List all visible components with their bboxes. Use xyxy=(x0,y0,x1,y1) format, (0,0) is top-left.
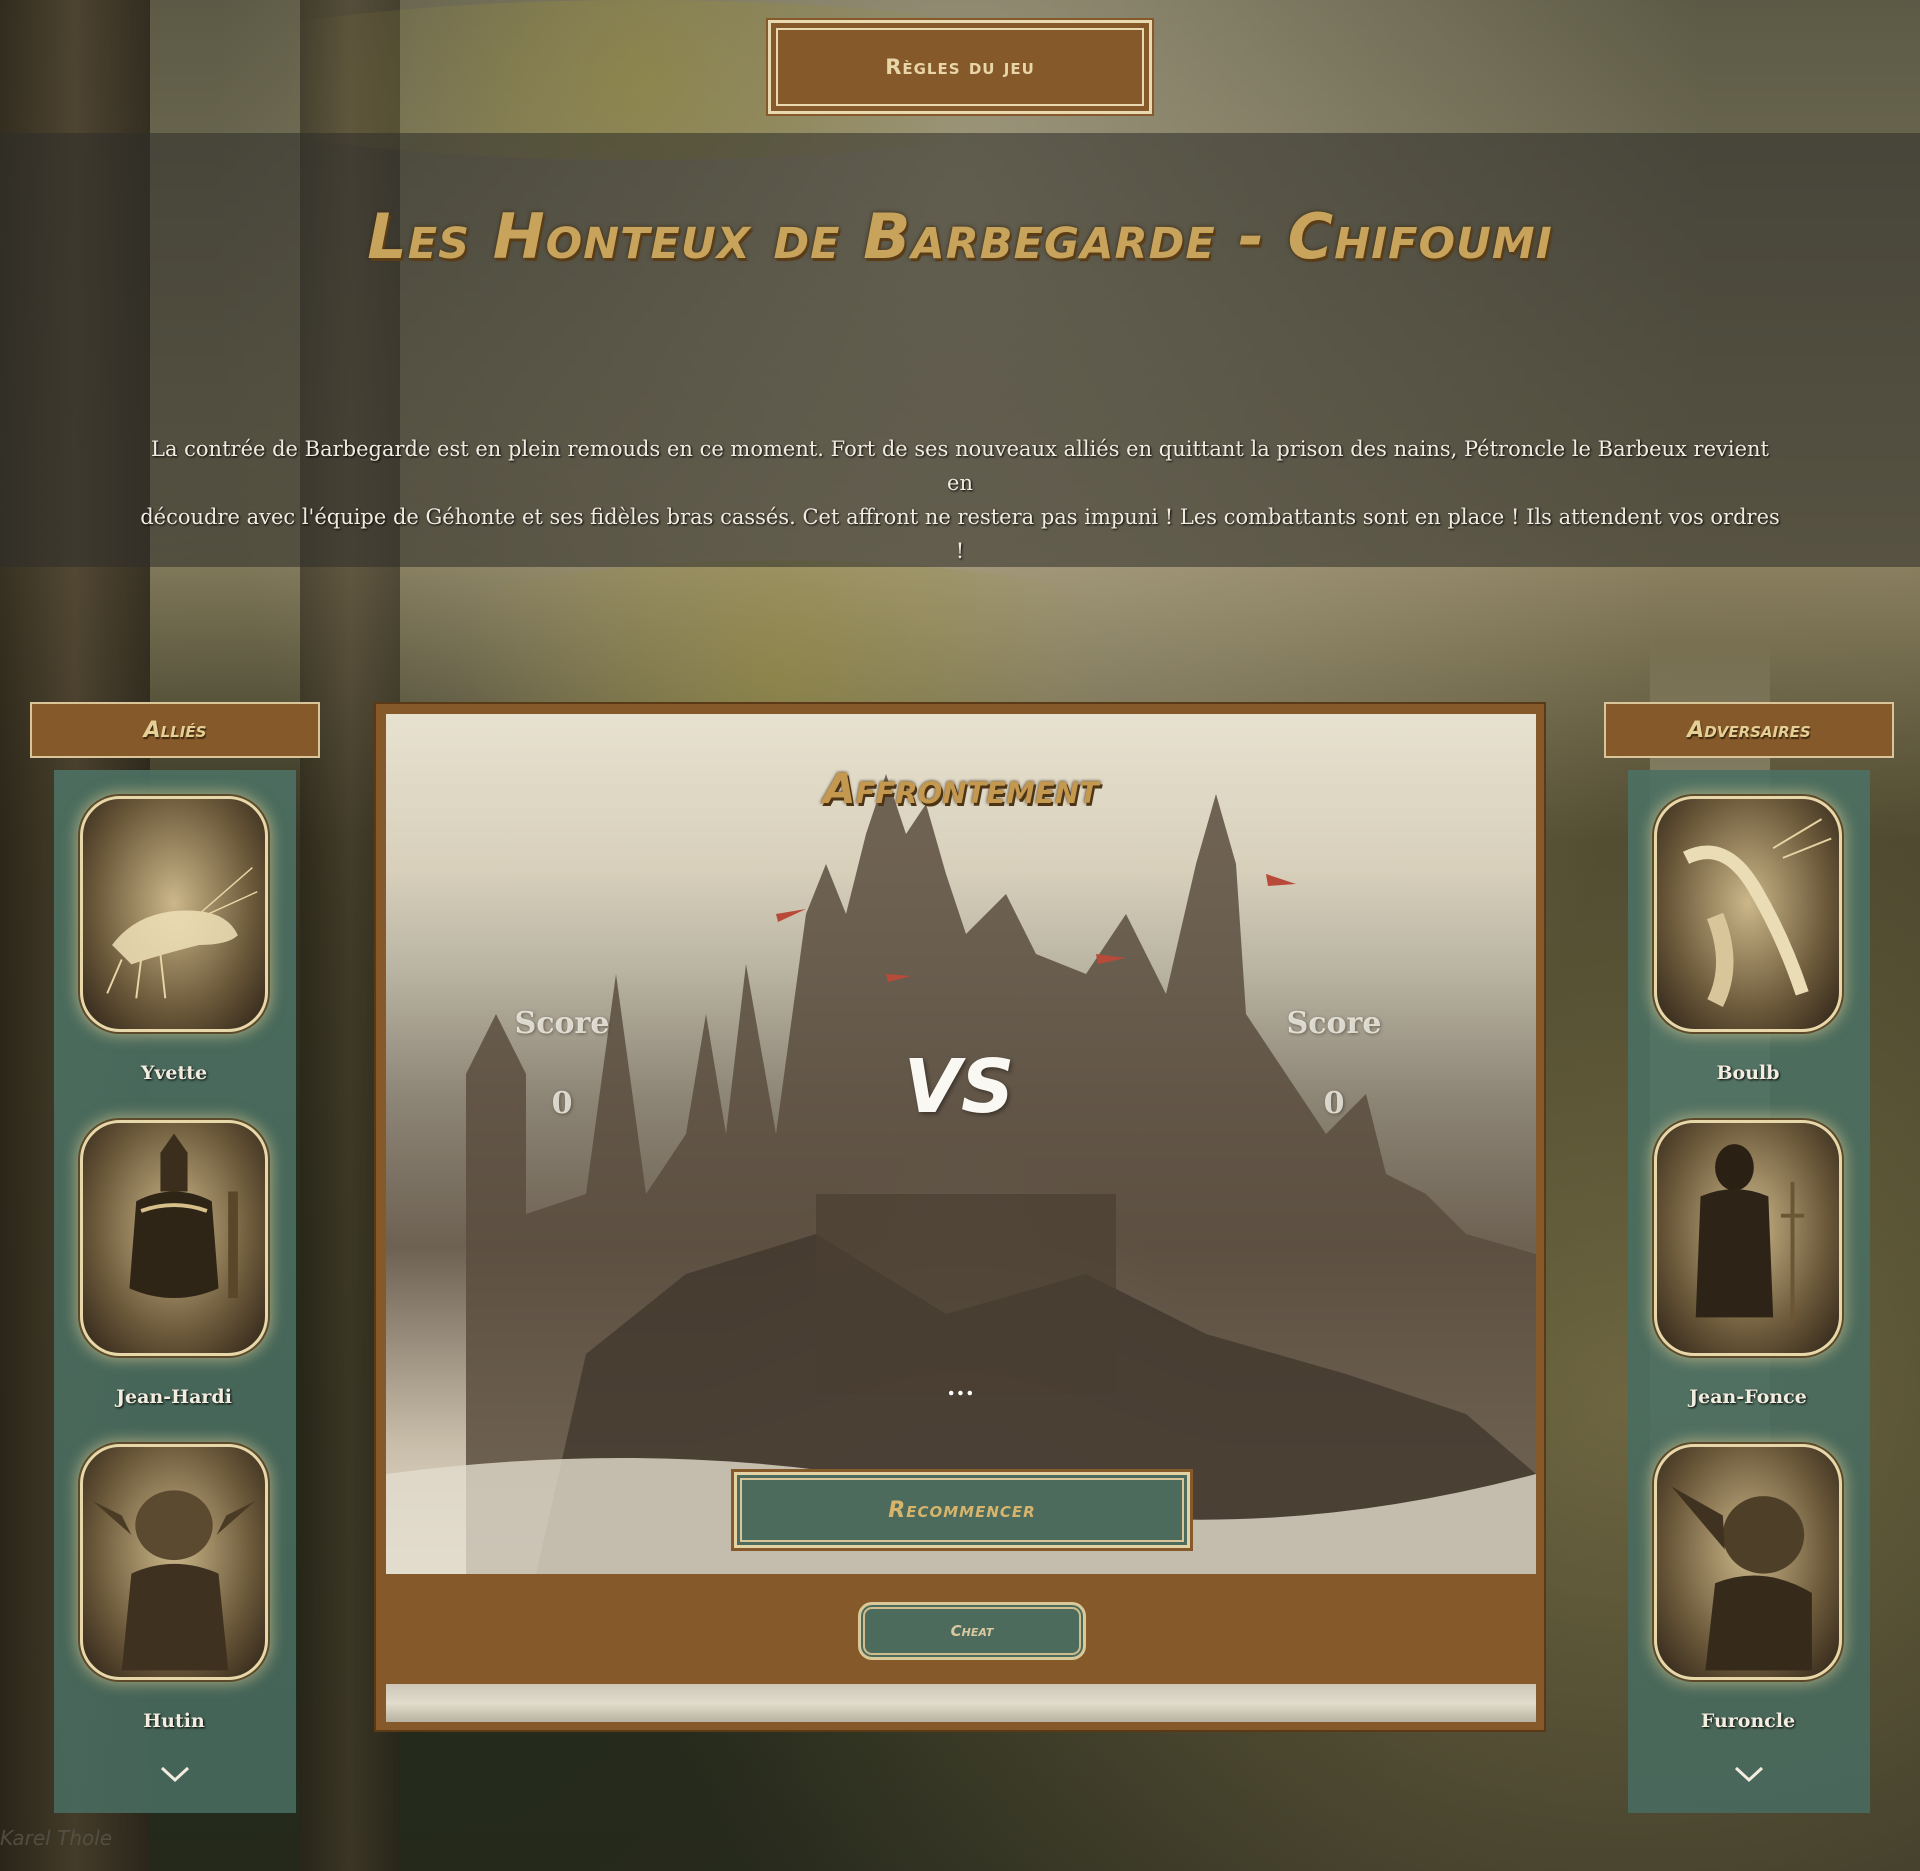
player-score-label: Score xyxy=(514,1006,610,1041)
rules-button[interactable]: Règles du jeu xyxy=(766,18,1154,116)
arena-scene: Affrontement Score 0 VS Score 0 ... Reco… xyxy=(386,714,1536,1574)
castle-illustration xyxy=(386,774,1536,1574)
character-name: Jean-Fonce xyxy=(1689,1386,1807,1408)
shrimp-portrait-icon xyxy=(80,796,268,1032)
round-status: ... xyxy=(946,1372,976,1401)
dark-knight-portrait-icon xyxy=(1654,1120,1842,1356)
goblin-portrait-icon xyxy=(1654,1444,1842,1680)
arena-bottom-strip xyxy=(386,1684,1536,1722)
intro-line: La contrée de Barbegarde est en plein re… xyxy=(151,437,1769,495)
adversary-card-jean-fonce[interactable]: Jean-Fonce xyxy=(1654,1120,1842,1408)
opponent-score-label: Score xyxy=(1286,1006,1382,1041)
allies-header: Alliés xyxy=(30,702,320,758)
adversaries-scroll-down-icon[interactable] xyxy=(1628,1758,1870,1793)
arena-title: Affrontement xyxy=(823,764,1099,813)
intro-line: découdre avec l'équipe de Géhonte et ses… xyxy=(140,505,1780,563)
adversaries-header: Adversaires xyxy=(1604,702,1894,758)
adversary-card-boulb[interactable]: Boulb xyxy=(1654,796,1842,1084)
adversary-card-furoncle[interactable]: Furoncle xyxy=(1654,1444,1842,1732)
lobster-portrait-icon xyxy=(1654,796,1842,1032)
cheat-bar: Cheat xyxy=(386,1574,1536,1684)
ally-card-jean-hardi[interactable]: Jean-Hardi xyxy=(80,1120,268,1408)
restart-button[interactable]: Recommencer xyxy=(734,1472,1190,1548)
arena-frame: Affrontement Score 0 VS Score 0 ... Reco… xyxy=(374,702,1546,1732)
goblin-portrait-icon xyxy=(80,1444,268,1680)
cheat-button[interactable]: Cheat xyxy=(858,1602,1086,1660)
character-name: Hutin xyxy=(143,1710,205,1732)
artist-signature: Karel Thole xyxy=(0,1826,113,1850)
opponent-score-value: 0 xyxy=(1323,1086,1345,1121)
character-name: Furoncle xyxy=(1700,1710,1796,1732)
player-score-value: 0 xyxy=(551,1086,573,1121)
character-name: Boulb xyxy=(1716,1062,1780,1084)
ally-card-hutin[interactable]: Hutin xyxy=(80,1444,268,1732)
vs-label: VS xyxy=(903,1044,1015,1130)
allies-scroll-down-icon[interactable] xyxy=(54,1758,296,1793)
character-name: Jean-Hardi xyxy=(116,1386,232,1408)
adversaries-panel: Boulb Jean-Fonce Furoncle xyxy=(1628,770,1870,1813)
armored-knight-portrait-icon xyxy=(80,1120,268,1356)
page-title: Les Honteux de Barbegarde - Chifoumi xyxy=(367,200,1553,273)
character-name: Yvette xyxy=(140,1062,208,1084)
intro-text: La contrée de Barbegarde est en plein re… xyxy=(140,432,1780,568)
allies-panel: Yvette Jean-Hardi Hutin xyxy=(54,770,296,1813)
ally-card-yvette[interactable]: Yvette xyxy=(80,796,268,1084)
